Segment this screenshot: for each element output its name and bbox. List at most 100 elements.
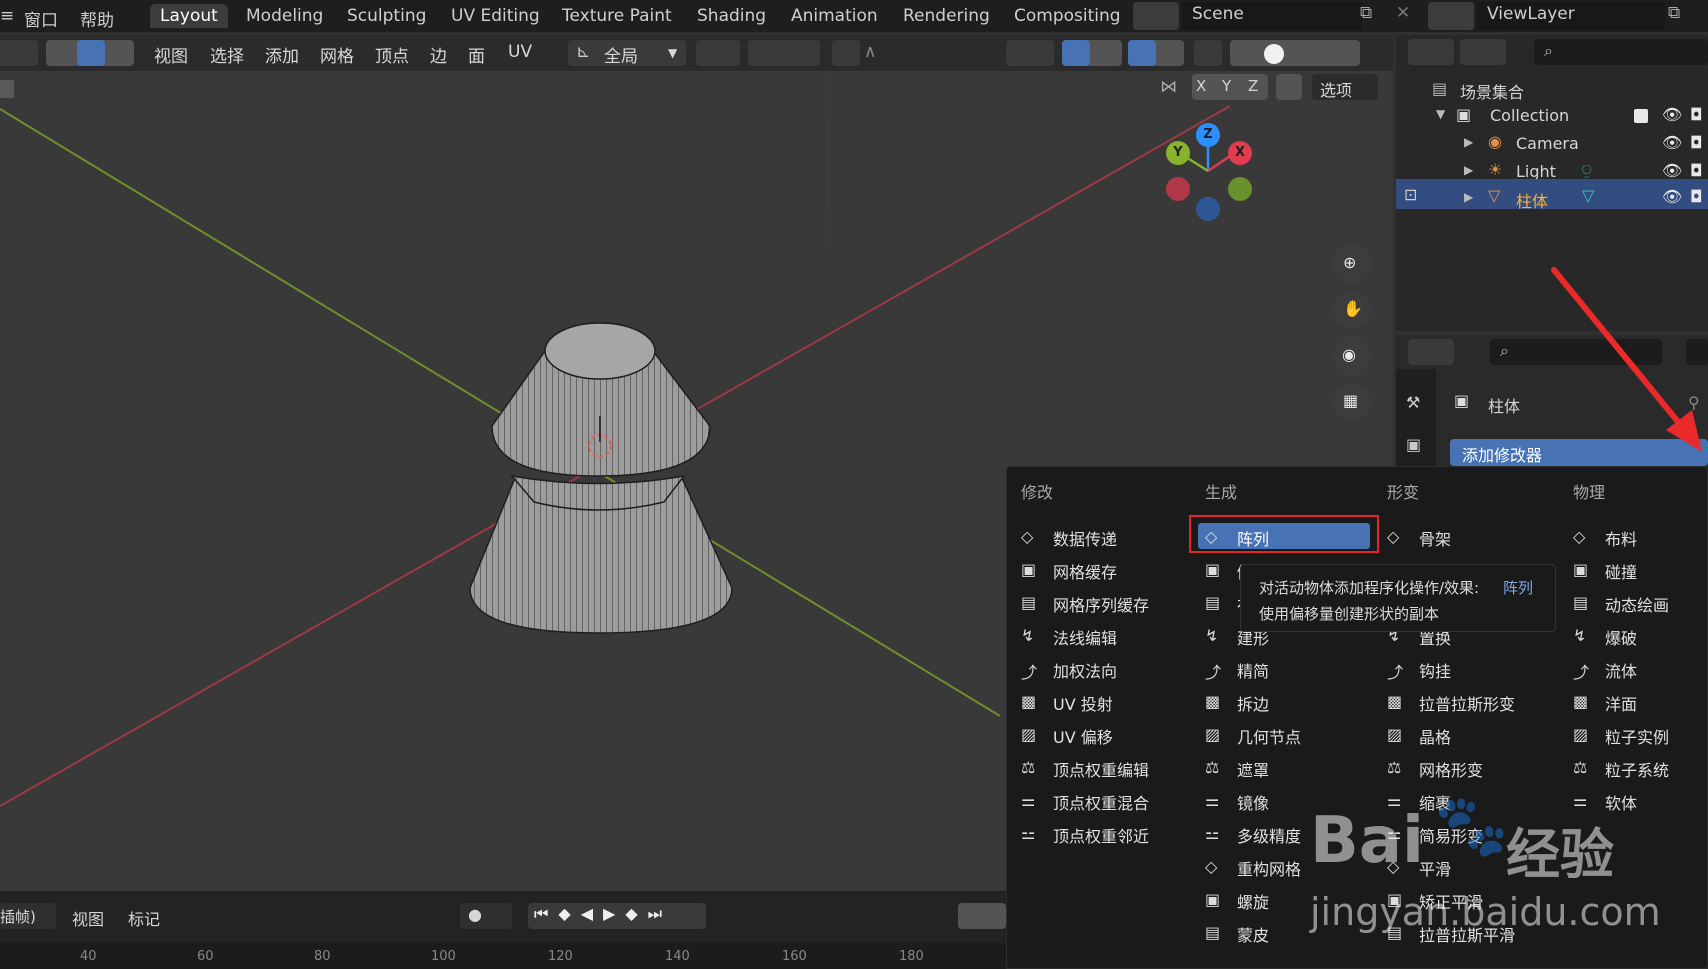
editor-type-dropdown[interactable] [1408, 339, 1454, 365]
menu-item-generate[interactable]: ▣ 螺旋 [1205, 886, 1269, 916]
menu-item-generate[interactable]: ⚍ 多级精度 [1205, 820, 1301, 850]
tab-shading[interactable]: Shading [697, 6, 766, 26]
scene-collection-label[interactable]: 场景集合 [1460, 79, 1524, 103]
camera-view-icon[interactable]: ◉ [1333, 337, 1371, 375]
tab-compositing[interactable]: Compositing [1014, 6, 1121, 26]
camera-expand[interactable]: ▶ [1464, 135, 1473, 149]
cylinder-expand[interactable]: ▶ [1464, 190, 1473, 204]
menu-item-generate[interactable]: ⚖ 遮罩 [1205, 754, 1269, 784]
menu-edge[interactable]: 边 [430, 42, 447, 67]
menu-item-physics[interactable]: ▣ 碰撞 [1573, 556, 1637, 586]
cylinder-mesh[interactable] [450, 306, 750, 666]
outliner-search-input[interactable] [1534, 39, 1708, 65]
gizmo-toggle[interactable] [1062, 40, 1090, 66]
mirror-icon[interactable]: ⋈ [1160, 77, 1177, 97]
tab-modeling[interactable]: Modeling [246, 6, 323, 26]
menu-help[interactable]: 帮助 [80, 6, 114, 31]
light-expand[interactable]: ▶ [1464, 163, 1473, 177]
xray-toggle[interactable] [1194, 40, 1222, 66]
pivot-dropdown[interactable] [696, 40, 740, 66]
current-frame-field[interactable] [958, 903, 1006, 929]
menu-item-edit[interactable]: ▨ UV 偏移 [1021, 721, 1113, 751]
toolbar-toggle[interactable] [0, 80, 14, 98]
collection-label[interactable]: Collection [1490, 106, 1569, 125]
eye-icon[interactable]: 👁 [1662, 133, 1682, 152]
menu-item-edit[interactable]: ▣ 网格缓存 [1021, 556, 1117, 586]
menu-item-physics[interactable]: ▨ 粒子实例 [1573, 721, 1669, 751]
menu-item-edit[interactable]: ⚌ 顶点权重混合 [1021, 787, 1149, 817]
mode-dropdown[interactable] [0, 40, 38, 66]
menu-item-deform[interactable]: ◇ 骨架 [1387, 523, 1451, 553]
menu-item-edit[interactable]: ▤ 网格序列缓存 [1021, 589, 1149, 619]
menu-item-generate[interactable]: ▨ 几何节点 [1205, 721, 1301, 751]
new-scene-icon[interactable]: ⧉ [1360, 3, 1372, 23]
mirror-y-button[interactable]: Y [1222, 77, 1231, 95]
tab-uv-editing[interactable]: UV Editing [451, 6, 540, 26]
display-mode-dropdown[interactable] [1408, 39, 1454, 65]
gizmo-neg-y[interactable] [1228, 177, 1252, 201]
tab-rendering[interactable]: Rendering [903, 6, 990, 26]
camera-render-icon[interactable]: ◘ [1690, 187, 1703, 206]
perspective-grid-icon[interactable]: ▦ [1333, 383, 1371, 421]
tab-layout[interactable]: Layout [150, 4, 228, 28]
zoom-icon[interactable]: ⊕ [1333, 245, 1371, 283]
tab-texture-paint[interactable]: Texture Paint [562, 6, 672, 26]
menu-item-edit[interactable]: ⤴ 加权法向 [1021, 655, 1117, 685]
menu-item-generate[interactable]: ⚌ 镜像 [1205, 787, 1269, 817]
new-viewlayer-icon[interactable]: ⧉ [1668, 3, 1680, 23]
mesh-data-icon[interactable]: ▽ [1582, 186, 1594, 205]
light-data-icon[interactable]: ⍜ [1582, 160, 1592, 180]
mirror-x-button[interactable]: X [1196, 77, 1206, 95]
menu-item-edit[interactable]: ▩ UV 投射 [1021, 688, 1113, 718]
collection-checkbox[interactable] [1634, 109, 1648, 123]
falloff-icon[interactable]: ∧ [864, 42, 876, 62]
gizmo-neg-x[interactable] [1166, 177, 1190, 201]
tool-tab-icon[interactable]: ⚒ [1406, 393, 1420, 412]
tab-sculpting[interactable]: Sculpting [347, 6, 426, 26]
auto-merge-icon[interactable] [1276, 74, 1302, 100]
menu-item-deform[interactable]: ⚖ 网格形变 [1387, 754, 1483, 784]
frame-ruler[interactable] [0, 943, 1006, 969]
menu-mesh[interactable]: 网格 [320, 42, 354, 67]
camera-render-icon[interactable]: ◘ [1690, 133, 1703, 152]
tab-animation[interactable]: Animation [791, 6, 878, 26]
eye-icon[interactable]: 👁 [1662, 161, 1682, 180]
camera-render-icon[interactable]: ◘ [1690, 161, 1703, 180]
camera-render-icon[interactable]: ◘ [1690, 105, 1703, 124]
menu-item-deform[interactable]: ▨ 晶格 [1387, 721, 1451, 751]
outliner-item-cylinder[interactable]: 柱体 [1516, 188, 1548, 212]
gizmo-z-axis[interactable]: Z [1196, 123, 1220, 147]
menu-item-edit[interactable]: ⚖ 顶点权重编辑 [1021, 754, 1149, 784]
menu-face[interactable]: 面 [468, 42, 485, 67]
menu-uv[interactable]: UV [508, 42, 532, 62]
eye-icon[interactable]: 👁 [1662, 187, 1682, 206]
scene-selector-icon[interactable] [1133, 2, 1179, 30]
menu-item-physics[interactable]: ⤴ 流体 [1573, 655, 1637, 685]
outliner-item-camera[interactable]: Camera [1516, 134, 1579, 153]
pan-hand-icon[interactable]: ✋ [1333, 291, 1371, 329]
menu-add[interactable]: 添加 [265, 42, 299, 67]
visibility-dropdown[interactable] [1006, 40, 1054, 66]
menu-vertex[interactable]: 顶点 [375, 42, 409, 67]
timeline-menu-marker[interactable]: 标记 [128, 906, 160, 930]
menu-file-fragment[interactable]: ≡ [0, 6, 14, 26]
menu-item-deform[interactable]: ⤴ 钩挂 [1387, 655, 1451, 685]
gizmo-neg-z[interactable] [1196, 197, 1220, 221]
snap-group[interactable] [748, 40, 820, 66]
menu-item-generate[interactable]: ◇ 重构网格 [1205, 853, 1301, 883]
navigation-gizmo[interactable]: Z X Y [1152, 119, 1282, 249]
menu-item-physics[interactable]: ▤ 动态绘画 [1573, 589, 1669, 619]
menu-item-physics[interactable]: ↯ 爆破 [1573, 622, 1637, 652]
mirror-z-button[interactable]: Z [1248, 77, 1258, 95]
menu-item-generate[interactable]: ◇ 阵列 [1205, 523, 1269, 553]
collection-expand[interactable]: ▼ [1436, 107, 1445, 121]
eye-icon[interactable]: 👁 [1662, 105, 1682, 124]
gizmo-y-axis[interactable]: Y [1166, 141, 1190, 165]
menu-item-edit[interactable]: ⚍ 顶点权重邻近 [1021, 820, 1149, 850]
menu-view[interactable]: 视图 [154, 42, 188, 67]
proportional-edit-button[interactable] [832, 40, 860, 66]
menu-window[interactable]: 窗口 [24, 6, 58, 31]
solid-shading-button[interactable] [1264, 44, 1284, 64]
viewlayer-selector-icon[interactable] [1428, 2, 1474, 30]
menu-item-deform[interactable]: ▩ 拉普拉斯形变 [1387, 688, 1515, 718]
